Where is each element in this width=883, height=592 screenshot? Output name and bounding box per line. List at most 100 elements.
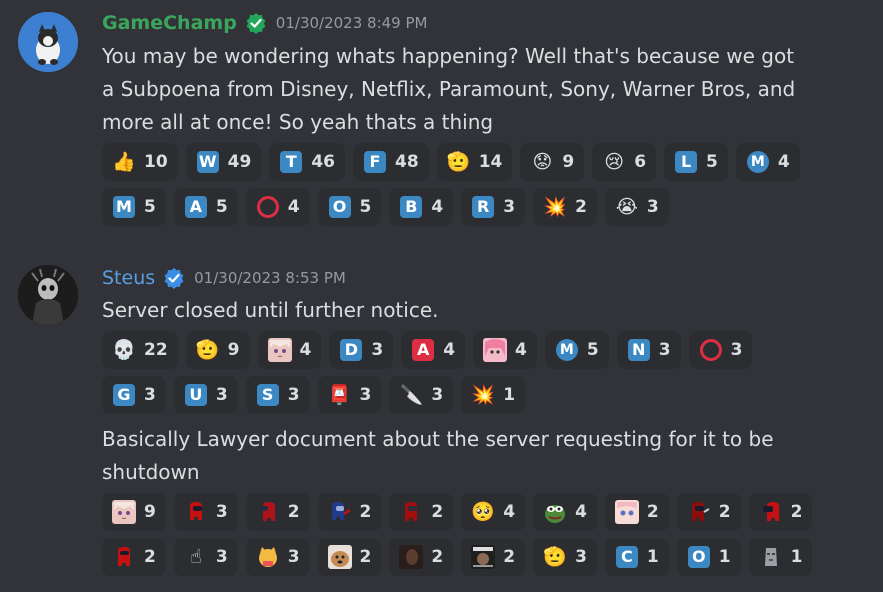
reaction-letter-w[interactable]: W 49	[185, 143, 262, 181]
reaction-circled-m[interactable]: M5	[544, 331, 609, 369]
reaction-crewmate-knife[interactable]: 2	[317, 493, 382, 531]
reaction-count: 4	[777, 152, 790, 172]
reaction-saluting-face[interactable]: 🫡 3	[533, 538, 597, 576]
reaction-pepe-frog[interactable]: 4	[533, 493, 597, 531]
reactions-row-1: 👍 10 W 49 T 46 F 48 🫡 14 😟 9 😢 6 L 5 M 4	[102, 143, 800, 181]
reaction-count: 2	[144, 547, 156, 567]
reaction-count: 3	[144, 385, 156, 405]
reaction-count: 3	[575, 547, 587, 567]
reaction-knife[interactable]: 🔪 3	[389, 376, 454, 414]
reaction-count: 6	[634, 152, 647, 172]
reaction-anime-girl[interactable]: 9	[102, 493, 166, 531]
reaction-red-crewmate-side[interactable]: 2	[245, 493, 310, 531]
reaction-saluting-face[interactable]: 🫡 9	[185, 331, 250, 369]
postbox-icon: 📮	[327, 383, 352, 406]
reaction-letter-n[interactable]: N3	[616, 331, 681, 369]
red-circle-icon	[256, 195, 280, 219]
reaction-count: 3	[359, 385, 372, 405]
timestamp[interactable]: 01/30/2023 8:53 PM	[194, 269, 346, 287]
reaction-dog-face[interactable]: 2	[317, 538, 382, 576]
reaction-pointing-up[interactable]: ☝ 3	[173, 538, 238, 576]
reaction-letter-a-red[interactable]: A4	[401, 331, 466, 369]
anime-face-icon	[614, 500, 639, 524]
reaction-red-circle[interactable]: 4	[245, 188, 310, 226]
red-crewmate-4-icon	[112, 545, 136, 569]
saluting-face-icon: 🫡	[195, 338, 220, 361]
reaction-count: 14	[478, 152, 503, 172]
reaction-pleading-face[interactable]: 🥺 4	[461, 493, 526, 531]
username[interactable]: Steus	[102, 267, 155, 289]
reaction-count: 4	[299, 340, 312, 360]
reaction-moai[interactable]: 1	[748, 538, 813, 576]
skull-icon: 💀	[112, 338, 136, 361]
reaction-count: 2	[718, 502, 731, 522]
reaction-letter-t[interactable]: T 46	[269, 143, 346, 181]
reaction-letter-d[interactable]: D3	[329, 331, 394, 369]
crewmate-dark-icon	[687, 500, 711, 524]
reaction-thumbs-up[interactable]: 👍 10	[102, 143, 178, 181]
reaction-dark-photo[interactable]: 2	[389, 538, 454, 576]
letter-n-icon: N	[627, 338, 651, 362]
reaction-letter-u[interactable]: U3	[173, 376, 238, 414]
reaction-letter-o[interactable]: O5	[317, 188, 382, 226]
reaction-count: 48	[395, 152, 419, 172]
reaction-postbox[interactable]: 📮 3	[317, 376, 382, 414]
red-crewmate-3-icon	[759, 500, 783, 524]
reaction-letter-f[interactable]: F 48	[353, 143, 429, 181]
reaction-count: 3	[371, 340, 384, 360]
thumbs-up-icon: 👍	[112, 150, 136, 173]
reaction-worried-face[interactable]: 😟 9	[520, 143, 585, 181]
reaction-count: 2	[646, 502, 659, 522]
reaction-anime-face[interactable]: 2	[604, 493, 669, 531]
circled-m-icon: M	[746, 150, 770, 174]
letter-u-icon: U	[184, 383, 208, 407]
username[interactable]: GameChamp	[102, 12, 237, 34]
reaction-count: 3	[730, 340, 743, 360]
reaction-letter-l[interactable]: L5	[664, 143, 728, 181]
reaction-letter-o[interactable]: O1	[676, 538, 741, 576]
reaction-loudly-crying-face[interactable]: 😭 3	[604, 188, 669, 226]
letter-o-icon: O	[328, 195, 352, 219]
reaction-letter-b[interactable]: B4	[389, 188, 454, 226]
reaction-crying-face[interactable]: 😢 6	[592, 143, 657, 181]
circled-m-icon: M	[555, 338, 579, 362]
reaction-count: 49	[227, 152, 252, 172]
reaction-count: 5	[706, 152, 718, 172]
red-circle-icon	[699, 338, 723, 362]
reaction-pink-hair-girl[interactable]: 4	[473, 331, 537, 369]
reaction-skull[interactable]: 💀 22	[102, 331, 178, 369]
reaction-red-crewmate-4[interactable]: 2	[102, 538, 166, 576]
reaction-letter-c[interactable]: C1	[604, 538, 669, 576]
timestamp[interactable]: 01/30/2023 8:49 PM	[276, 14, 428, 32]
reaction-circled-m[interactable]: M4	[735, 143, 800, 181]
avatar[interactable]	[18, 265, 78, 325]
avatar[interactable]	[18, 12, 78, 72]
letter-o-icon: O	[687, 545, 711, 569]
loudly-crying-face-icon: 😭	[615, 195, 638, 218]
reaction-letter-a[interactable]: A5	[173, 188, 238, 226]
reaction-explosion[interactable]: 💥 1	[461, 376, 526, 414]
reaction-count: 10	[144, 152, 168, 172]
reactions-row-2: 2 ☝ 3 3 2 2 2 🫡 3 C 1 O 1 1	[102, 538, 813, 576]
reaction-letter-r[interactable]: R3	[461, 188, 526, 226]
reaction-cat-ok[interactable]: 3	[245, 538, 310, 576]
reaction-anime-girl[interactable]: 4	[257, 331, 322, 369]
verified-badge-icon	[246, 13, 266, 34]
reaction-count: 3	[287, 385, 300, 405]
meme-image-icon	[471, 545, 496, 569]
letter-a-icon: A	[184, 195, 208, 219]
letter-a-red-icon: A	[411, 338, 435, 362]
reaction-red-crewmate-2[interactable]: 2	[389, 493, 454, 531]
reaction-red-crewmate-3[interactable]: 2	[748, 493, 813, 531]
reaction-count: 1	[503, 385, 516, 405]
reaction-red-circle[interactable]: 3	[688, 331, 753, 369]
letter-g-icon: G	[112, 383, 136, 407]
reaction-meme-image[interactable]: 2	[461, 538, 526, 576]
reaction-red-crewmate[interactable]: 3	[173, 493, 238, 531]
reaction-letter-s[interactable]: S3	[245, 376, 310, 414]
reaction-explosion[interactable]: 💥 2	[533, 188, 597, 226]
reaction-letter-g[interactable]: G3	[102, 376, 166, 414]
reaction-saluting-face[interactable]: 🫡 14	[436, 143, 513, 181]
reaction-crewmate-dark[interactable]: 2	[676, 493, 741, 531]
reaction-letter-m[interactable]: M5	[102, 188, 166, 226]
